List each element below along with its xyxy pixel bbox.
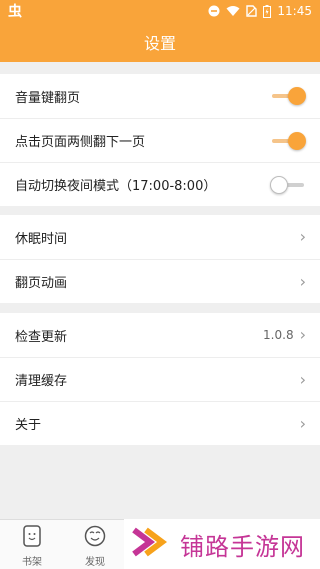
minus-circle-icon [208, 5, 220, 17]
page-title: 设置 [143, 34, 176, 53]
tab-bookshelf[interactable]: 书架 [7, 524, 57, 568]
sim-off-icon [246, 5, 258, 17]
version-value: 1.0.8 [263, 328, 294, 342]
app-settings-section: 检查更新 1.0.8 › 清理缓存 › 关于 › [0, 313, 320, 445]
chevron-right-icon: › [299, 413, 306, 433]
watermark: 铺路手游网 [124, 519, 320, 569]
bookshelf-icon [7, 524, 57, 551]
chevron-right-icon: › [299, 369, 306, 389]
watermark-logo-icon [130, 522, 174, 566]
status-time: 11:45 [277, 4, 312, 18]
discover-icon [70, 524, 120, 551]
setting-label: 清理缓存 [15, 374, 68, 389]
tab-label: 发现 [85, 557, 105, 568]
tab-discover[interactable]: 发现 [70, 524, 120, 568]
auto-night-mode-toggle[interactable] [270, 175, 306, 194]
setting-label: 音量键翻页 [15, 90, 81, 106]
setting-label: 翻页动画 [15, 276, 68, 291]
setting-clear-cache[interactable]: 清理缓存 › [0, 357, 320, 401]
setting-page-animation[interactable]: 翻页动画 › [0, 259, 320, 303]
setting-label: 休眠时间 [15, 231, 68, 247]
setting-sleep-time[interactable]: 休眠时间 › [0, 215, 320, 259]
setting-label: 关于 [15, 418, 42, 433]
chevron-right-icon: › [299, 227, 306, 246]
display-settings-section: 休眠时间 › 翻页动画 › [0, 215, 320, 303]
settings-screen: 虫 11:45 设置 音量键翻页 点击页面两侧翻下一页 自动切换夜间模式（17:… [0, 0, 320, 569]
setting-label: 自动切换夜间模式（17:00-8:00） [15, 179, 217, 194]
setting-auto-night-mode[interactable]: 自动切换夜间模式（17:00-8:00） [0, 162, 320, 206]
setting-label: 检查更新 [15, 329, 68, 345]
setting-label: 点击页面两侧翻下一页 [15, 135, 146, 150]
setting-check-update[interactable]: 检查更新 1.0.8 › [0, 313, 320, 357]
wifi-icon [226, 5, 240, 17]
header: 虫 11:45 设置 [0, 0, 320, 62]
tap-sides-next-page-toggle[interactable] [270, 131, 306, 150]
setting-tap-sides-next-page[interactable]: 点击页面两侧翻下一页 [0, 118, 320, 162]
chevron-right-icon: › [299, 325, 306, 344]
chevron-right-icon: › [299, 271, 306, 291]
app-logo: 虫 [8, 4, 22, 20]
reading-settings-section: 音量键翻页 点击页面两侧翻下一页 自动切换夜间模式（17:00-8:00） [0, 74, 320, 206]
setting-about[interactable]: 关于 › [0, 401, 320, 445]
status-icons: 11:45 [208, 4, 312, 18]
setting-volume-page-turn[interactable]: 音量键翻页 [0, 74, 320, 118]
watermark-text: 铺路手游网 [180, 532, 305, 561]
status-bar: 虫 11:45 [0, 0, 320, 22]
tab-label: 书架 [22, 557, 42, 568]
volume-page-turn-toggle[interactable] [270, 87, 306, 105]
battery-charging-icon [263, 4, 272, 18]
